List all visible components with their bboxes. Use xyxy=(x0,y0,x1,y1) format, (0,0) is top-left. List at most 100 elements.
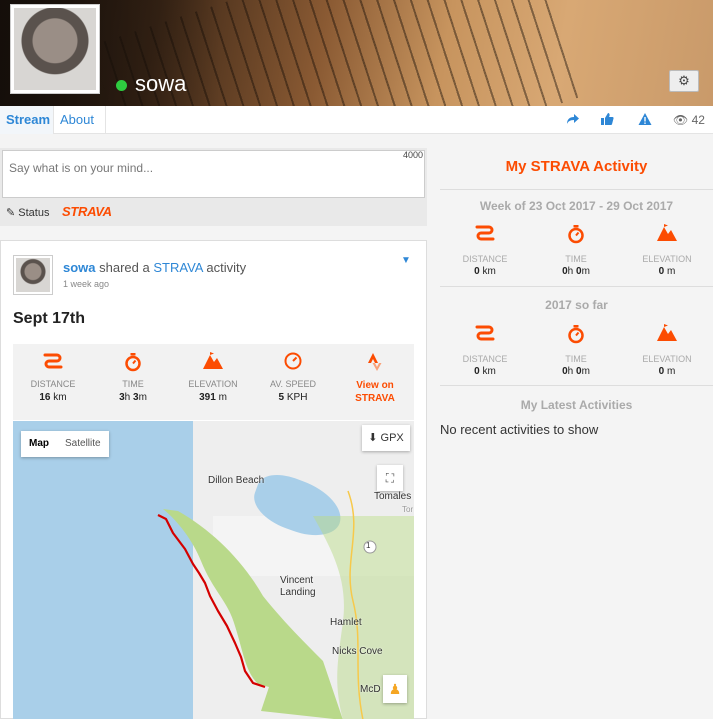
divider xyxy=(440,385,713,386)
latest-activities-heading: My Latest Activities xyxy=(520,398,633,412)
stat-hours: 0 xyxy=(562,266,568,277)
post-avatar-photo xyxy=(16,258,50,292)
week-stat-distance: DISTANCE 0 km xyxy=(440,224,530,277)
status-button[interactable]: ✎ Status xyxy=(6,206,49,219)
year-heading: 2017 so far xyxy=(545,298,608,312)
like-icon[interactable] xyxy=(600,112,614,126)
stat-value: 0 xyxy=(658,266,665,277)
week-heading: Week of 23 Oct 2017 - 29 Oct 2017 xyxy=(479,199,674,213)
stat-unit: km xyxy=(482,266,496,277)
stat-label: DISTANCE xyxy=(30,379,76,389)
week-stat-time: TIME 0h 0m xyxy=(531,224,621,277)
stat-time: TIME 3h 3m xyxy=(93,344,173,403)
stat-unit: KPH xyxy=(286,392,308,403)
no-recent-activities-text: No recent activities to show xyxy=(440,422,599,437)
post-activity-text: activity xyxy=(206,260,247,275)
stat-value: 0 xyxy=(658,366,665,377)
map-label: Hamlet xyxy=(330,617,362,628)
status-input[interactable]: Say what is on your mind... xyxy=(2,150,425,198)
speedometer-icon xyxy=(284,352,302,370)
stat-label: TIME xyxy=(122,379,144,389)
stat-value: 5 xyxy=(278,392,285,403)
strava-logo-icon xyxy=(368,353,382,371)
gpx-download-button[interactable]: ⬇ GPX xyxy=(362,425,410,451)
status-label: Status xyxy=(18,207,50,219)
views-count: 42 xyxy=(691,113,705,127)
post-title: Sept 17th xyxy=(13,310,86,327)
map-label: Tomales xyxy=(374,491,412,502)
stat-value: 0 xyxy=(474,366,480,377)
distance-icon xyxy=(475,325,495,341)
post-shared-text: shared a xyxy=(99,260,150,275)
stat-label: AV. SPEED xyxy=(269,379,317,389)
stat-minutes: 0 xyxy=(576,266,582,277)
stat-value: 0 xyxy=(474,266,480,277)
online-status-dot xyxy=(116,80,127,91)
stat-speed: AV. SPEED 5 KPH xyxy=(253,344,333,403)
settings-gear-button[interactable]: ⚙ xyxy=(669,70,699,92)
stat-label: DISTANCE xyxy=(462,254,508,264)
tab-stream[interactable]: Stream xyxy=(0,106,54,134)
gear-icon: ⚙ xyxy=(678,73,690,88)
post-menu-chevron-down-icon[interactable]: ▼ xyxy=(401,255,411,266)
year-stat-elevation: ELEVATION 0 m xyxy=(622,324,712,377)
stopwatch-icon xyxy=(568,325,584,344)
stat-unit: m xyxy=(667,266,676,277)
tab-about[interactable]: About xyxy=(54,106,106,134)
divider xyxy=(440,189,713,190)
stat-minutes: 3 xyxy=(133,392,139,403)
view-counter: 👁 42 xyxy=(673,113,705,127)
gpx-label: GPX xyxy=(380,432,404,444)
profile-avatar[interactable] xyxy=(10,4,100,94)
stat-unit: km xyxy=(53,392,67,403)
street-view-pegman-icon[interactable]: ♟ xyxy=(383,675,407,703)
map-highway-label: 1 xyxy=(366,541,371,550)
view-on-strava-label: View on STRAVA xyxy=(355,380,395,404)
stat-label: ELEVATION xyxy=(642,354,692,364)
year-stat-time: TIME 0h 0m xyxy=(531,324,621,377)
stat-minutes: 0 xyxy=(576,366,582,377)
map-label: Tor xyxy=(402,505,414,514)
map-label: Vincent xyxy=(280,575,314,586)
stat-label: ELEVATION xyxy=(188,379,238,389)
sidebar-title: My STRAVA Activity xyxy=(505,158,648,175)
map-type-satellite-button[interactable]: Satellite xyxy=(57,431,109,457)
year-stat-distance: DISTANCE 0 km xyxy=(440,324,530,377)
stat-value: 16 xyxy=(39,392,51,403)
activity-map[interactable]: Map Satellite ⬇ GPX ⛶ Dillon Beach Tomal… xyxy=(13,421,414,719)
status-composer: Say what is on your mind... 4000 ✎ Statu… xyxy=(0,148,427,226)
distance-icon xyxy=(475,225,495,241)
activity-post: sowa shared a STRAVA activity 1 week ago… xyxy=(0,240,427,719)
download-icon: ⬇ xyxy=(368,432,378,444)
view-on-strava-link[interactable]: View on STRAVA xyxy=(343,344,407,405)
share-icon[interactable] xyxy=(566,112,580,126)
avatar-photo xyxy=(14,8,96,90)
post-author-link[interactable]: sowa xyxy=(63,260,96,275)
char-counter: 4000 xyxy=(402,150,423,160)
map-type-map-button[interactable]: Map xyxy=(21,431,57,457)
elevation-icon xyxy=(203,352,223,369)
stopwatch-icon xyxy=(125,353,141,372)
elevation-icon xyxy=(657,224,677,241)
post-strava-link[interactable]: STRAVA xyxy=(153,260,202,275)
stat-label: DISTANCE xyxy=(462,354,508,364)
map-label: McD xyxy=(360,684,381,695)
stat-unit: m xyxy=(667,366,676,377)
stat-label: TIME xyxy=(565,354,587,364)
fullscreen-icon: ⛶ xyxy=(385,471,395,485)
report-warning-icon[interactable] xyxy=(638,112,652,126)
strava-composer-button[interactable]: STRAVA xyxy=(62,204,112,219)
week-stat-elevation: ELEVATION 0 m xyxy=(622,224,712,277)
stat-hours: 3 xyxy=(119,392,125,403)
pencil-icon: ✎ xyxy=(6,207,16,219)
stopwatch-icon xyxy=(568,225,584,244)
activity-stats-box: DISTANCE 16 km TIME 3h 3m ELEVATION 391 … xyxy=(13,344,414,420)
profile-banner xyxy=(0,0,713,106)
map-label: Landing xyxy=(280,587,316,598)
map-label: Nicks Cove xyxy=(332,646,383,657)
fullscreen-button[interactable]: ⛶ xyxy=(377,465,403,491)
post-author-avatar[interactable] xyxy=(13,255,53,295)
stat-label: ELEVATION xyxy=(642,254,692,264)
stat-unit: m xyxy=(218,392,227,403)
map-label: Dillon Beach xyxy=(208,475,265,486)
